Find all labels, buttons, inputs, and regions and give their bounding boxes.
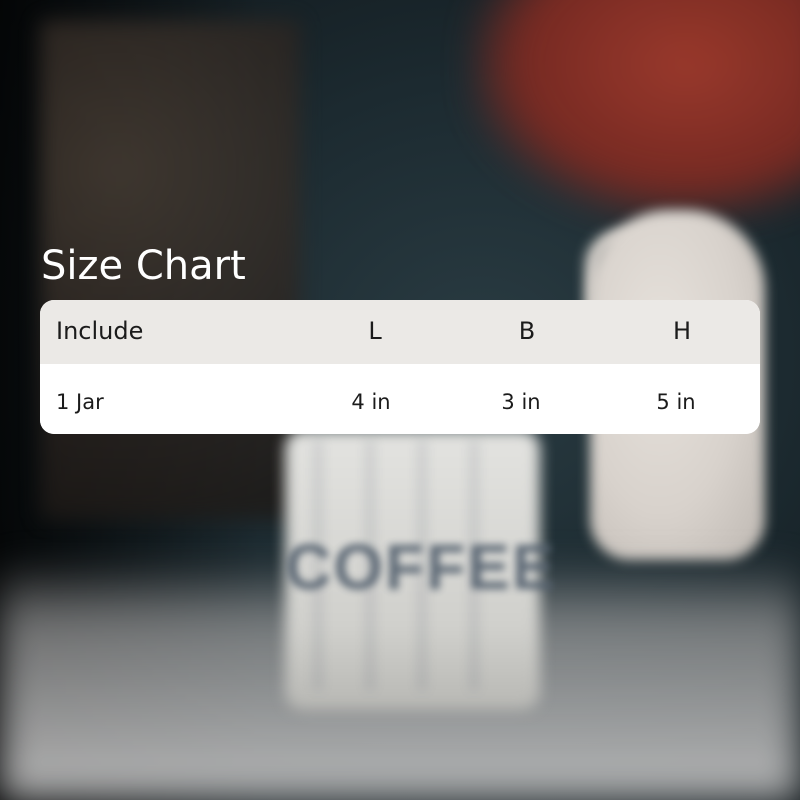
size-chart-header-row: Include L B H <box>40 300 760 365</box>
cell-breadth-value: 3 in <box>501 390 541 414</box>
header-height-label: H <box>672 317 692 345</box>
cell-include: 1 Jar <box>56 390 104 414</box>
size-chart-title: Size Chart <box>41 243 246 289</box>
header-length-label: L <box>368 317 382 345</box>
header-include: Include <box>56 317 143 345</box>
cell-height-value: 5 in <box>656 390 696 414</box>
cell-include-value: 1 Jar <box>56 390 104 414</box>
background-jar-label: COFFEE <box>285 531 557 603</box>
size-chart-table: Include L B H 1 Jar 4 in 3 in 5 in <box>40 300 760 434</box>
background-dried-leaves <box>470 0 800 220</box>
header-include-label: Include <box>56 317 144 345</box>
header-breadth-label: B <box>518 317 536 345</box>
cell-length-value: 4 in <box>351 390 391 414</box>
size-chart-row: 1 Jar 4 in 3 in 5 in <box>40 364 760 434</box>
